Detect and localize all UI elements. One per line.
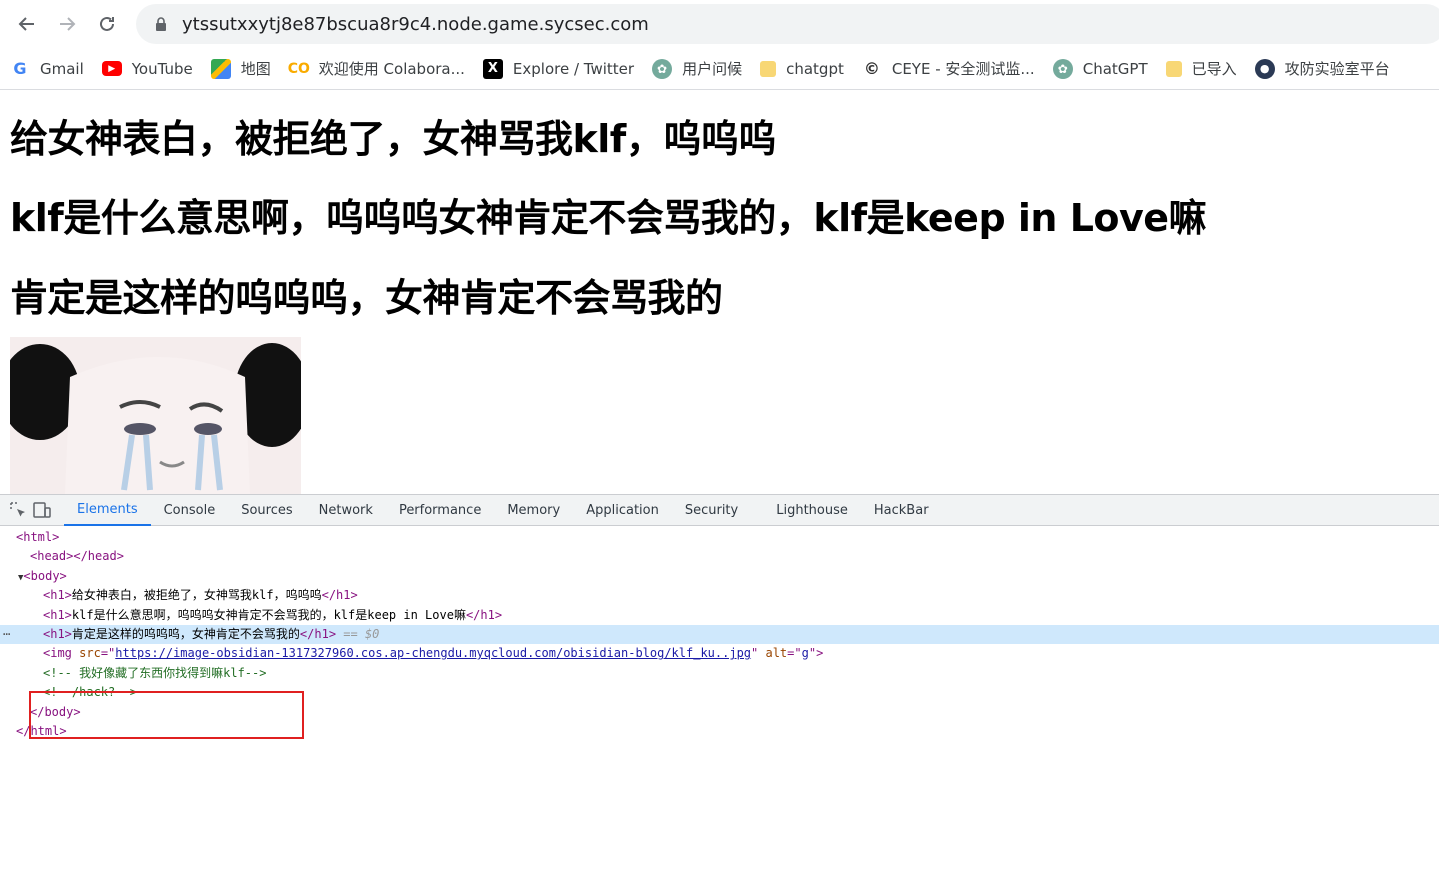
- address-bar[interactable]: ytssutxxytj8e87bscua8r9c4.node.game.sycs…: [136, 4, 1439, 44]
- more-options-icon[interactable]: ⋯: [3, 625, 10, 644]
- device-toolbar-icon[interactable]: [30, 500, 54, 520]
- heading-3: 肯定是这样的呜呜呜，女神肯定不会骂我的: [10, 276, 723, 320]
- inspect-element-icon[interactable]: [6, 500, 30, 520]
- page-viewport: 给女神表白，被拒绝了，女神骂我klf，呜呜呜 klf是什么意思啊，呜呜呜女神肯定…: [0, 91, 1439, 494]
- red-highlight-box: [29, 691, 304, 739]
- url-text: ytssutxxytj8e87bscua8r9c4.node.game.sycs…: [182, 13, 649, 35]
- devtools-tabbar: Elements Console Sources Network Perform…: [0, 495, 1439, 526]
- forward-button[interactable]: [51, 8, 83, 40]
- back-button[interactable]: [11, 8, 43, 40]
- tab-console[interactable]: Console: [151, 495, 229, 526]
- bookmark-gmail[interactable]: G Gmail: [0, 55, 92, 83]
- tab-hackbar[interactable]: HackBar: [861, 495, 942, 526]
- bookmarks-bar: G Gmail ▶ YouTube 地图 CO 欢迎使用 Colabora...…: [0, 48, 1439, 90]
- bookmark-label: 用户问候: [682, 60, 743, 78]
- bookmark-label: 欢迎使用 Colabora...: [318, 60, 465, 78]
- dom-node-html[interactable]: <html>: [0, 528, 1439, 547]
- tab-network[interactable]: Network: [306, 495, 386, 526]
- bookmark-twitter[interactable]: X Explore / Twitter: [473, 55, 642, 83]
- tab-sources[interactable]: Sources: [228, 495, 305, 526]
- dom-node-h1[interactable]: <h1>给女神表白，被拒绝了，女神骂我klf，呜呜呜</h1>: [0, 586, 1439, 605]
- colab-icon: CO: [287, 60, 310, 77]
- reload-button[interactable]: [91, 8, 123, 40]
- bookmark-lab-platform[interactable]: ● 攻防实验室平台: [1245, 55, 1398, 83]
- bookmark-label: YouTube: [131, 59, 193, 78]
- dom-comment[interactable]: <!-- 我好像藏了东西你找得到嘛klf-->: [0, 664, 1439, 683]
- folder-icon: [1165, 60, 1182, 77]
- bookmark-folder-chatgpt[interactable]: chatgpt: [750, 55, 852, 83]
- heading-2: klf是什么意思啊，呜呜呜女神肯定不会骂我的，klf是keep in Love嘛: [10, 196, 1207, 240]
- tab-application[interactable]: Application: [573, 495, 672, 526]
- x-icon: X: [482, 58, 503, 79]
- selected-marker: == $0: [343, 626, 380, 641]
- panda-meme-image: [10, 337, 301, 494]
- devtools-panel: Elements Console Sources Network Perform…: [0, 494, 1439, 890]
- spy-icon: ●: [1254, 58, 1275, 79]
- tab-security[interactable]: Security: [672, 495, 751, 526]
- heading-1: 给女神表白，被拒绝了，女神骂我klf，呜呜呜: [10, 117, 776, 161]
- dom-node-h1-selected[interactable]: ⋯ <h1>肯定是这样的呜呜呜，女神肯定不会骂我的</h1> == $0: [0, 624, 1439, 645]
- bookmark-label: ChatGPT: [1082, 59, 1148, 78]
- dom-tree: <html> <head></head> ▼<body> <h1>给女神表白，被…: [0, 526, 1439, 741]
- tab-elements[interactable]: Elements: [64, 495, 151, 526]
- folder-icon: [760, 60, 777, 77]
- bookmark-maps[interactable]: 地图: [201, 55, 279, 83]
- lock-icon: [156, 17, 166, 31]
- bookmark-youtube[interactable]: ▶ YouTube: [92, 55, 201, 83]
- tab-memory[interactable]: Memory: [494, 495, 573, 526]
- dom-node-head[interactable]: <head></head>: [0, 547, 1439, 566]
- bookmark-label: chatgpt: [786, 59, 844, 78]
- youtube-icon: ▶: [101, 61, 122, 76]
- bookmark-colab[interactable]: CO 欢迎使用 Colabora...: [279, 55, 473, 83]
- tab-performance[interactable]: Performance: [386, 495, 494, 526]
- bookmark-label: Gmail: [40, 59, 84, 78]
- img-src-link[interactable]: https://image-obsidian-1317327960.cos.ap…: [115, 646, 751, 660]
- dom-node-body[interactable]: ▼<body>: [0, 567, 1439, 586]
- arrow-left-icon: [18, 17, 34, 31]
- google-icon: G: [13, 59, 27, 78]
- browser-toolbar: ytssutxxytj8e87bscua8r9c4.node.game.sycs…: [0, 0, 1439, 48]
- bookmark-label: 地图: [240, 60, 271, 78]
- arrow-right-icon: [60, 17, 76, 31]
- openai-icon: ✿: [652, 58, 673, 79]
- bookmark-label: 攻防实验室平台: [1284, 60, 1390, 78]
- bookmark-ceye[interactable]: © CEYE - 安全测试监...: [852, 55, 1043, 83]
- dom-node-img[interactable]: <img src="https://image-obsidian-1317327…: [0, 644, 1439, 663]
- openai-icon: ✿: [1052, 58, 1073, 79]
- dom-node-h1[interactable]: <h1>klf是什么意思啊，呜呜呜女神肯定不会骂我的，klf是keep in L…: [0, 606, 1439, 625]
- ceye-icon: ©: [863, 59, 880, 78]
- bookmark-label: CEYE - 安全测试监...: [891, 60, 1035, 78]
- maps-icon: [210, 58, 231, 79]
- bookmark-label: Explore / Twitter: [512, 59, 635, 78]
- bookmark-chat-greeting[interactable]: ✿ 用户问候: [642, 55, 750, 83]
- tab-lighthouse[interactable]: Lighthouse: [763, 495, 861, 526]
- reload-icon: [100, 16, 114, 31]
- bookmark-label: 已导入: [1191, 60, 1237, 78]
- bookmark-folder-imported[interactable]: 已导入: [1156, 55, 1245, 83]
- bookmark-chatgpt[interactable]: ✿ ChatGPT: [1043, 55, 1156, 83]
